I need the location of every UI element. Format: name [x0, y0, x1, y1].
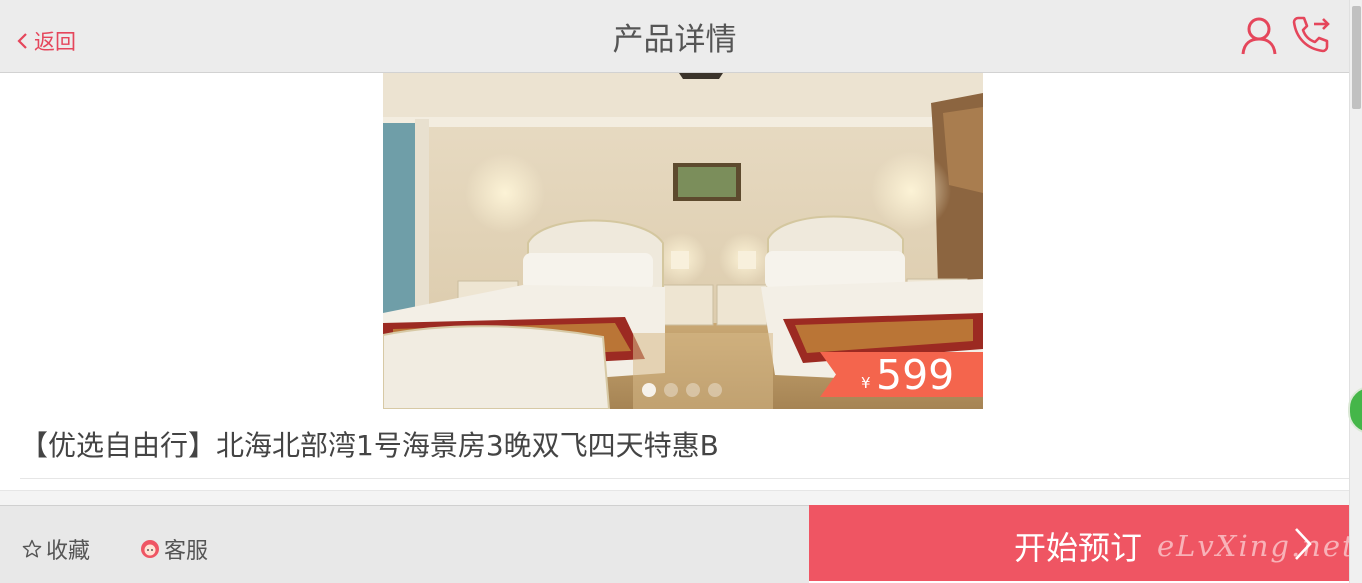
service-label: 客服 [164, 539, 209, 564]
carousel-dot-3[interactable] [686, 383, 700, 397]
divider [20, 478, 1349, 479]
page: 返回 产品详情 ¥ 599 【优选自由行】北海北部湾1号海景房3晚双飞四天特惠B… [0, 0, 1362, 583]
bottom-action-bar: 收藏 客服 [0, 505, 809, 583]
price-tag: ¥ 599 [820, 352, 983, 397]
phone-icon[interactable] [1290, 14, 1332, 54]
user-icon[interactable] [1240, 16, 1278, 56]
watermark: eLvXing.net [1157, 529, 1356, 563]
product-title: 【优选自由行】北海北部湾1号海景房3晚双飞四天特惠B [20, 429, 719, 462]
service-avatar-icon [141, 540, 159, 558]
price-value: 599 [876, 351, 955, 399]
favorite-label: 收藏 [46, 539, 91, 564]
carousel-indicator [642, 383, 722, 397]
start-booking-button[interactable]: 开始预订 eLvXing.net [809, 505, 1354, 581]
carousel-dot-4[interactable] [708, 383, 722, 397]
section-gap [0, 490, 1349, 506]
scrollbar-thumb[interactable] [1352, 6, 1361, 109]
top-nav-bar: 返回 产品详情 [0, 0, 1349, 73]
product-image-carousel[interactable]: ¥ 599 [383, 73, 983, 409]
carousel-dot-2[interactable] [664, 383, 678, 397]
customer-service-button[interactable]: 客服 [140, 533, 208, 565]
price-currency: ¥ [861, 374, 871, 392]
favorite-button[interactable]: 收藏 [22, 533, 90, 565]
scrollbar[interactable] [1349, 0, 1362, 583]
book-label: 开始预订 [1014, 529, 1143, 567]
page-title: 产品详情 [612, 22, 737, 58]
star-icon [22, 539, 42, 558]
carousel-dot-1[interactable] [642, 383, 656, 397]
chevron-right-icon [1295, 528, 1312, 560]
